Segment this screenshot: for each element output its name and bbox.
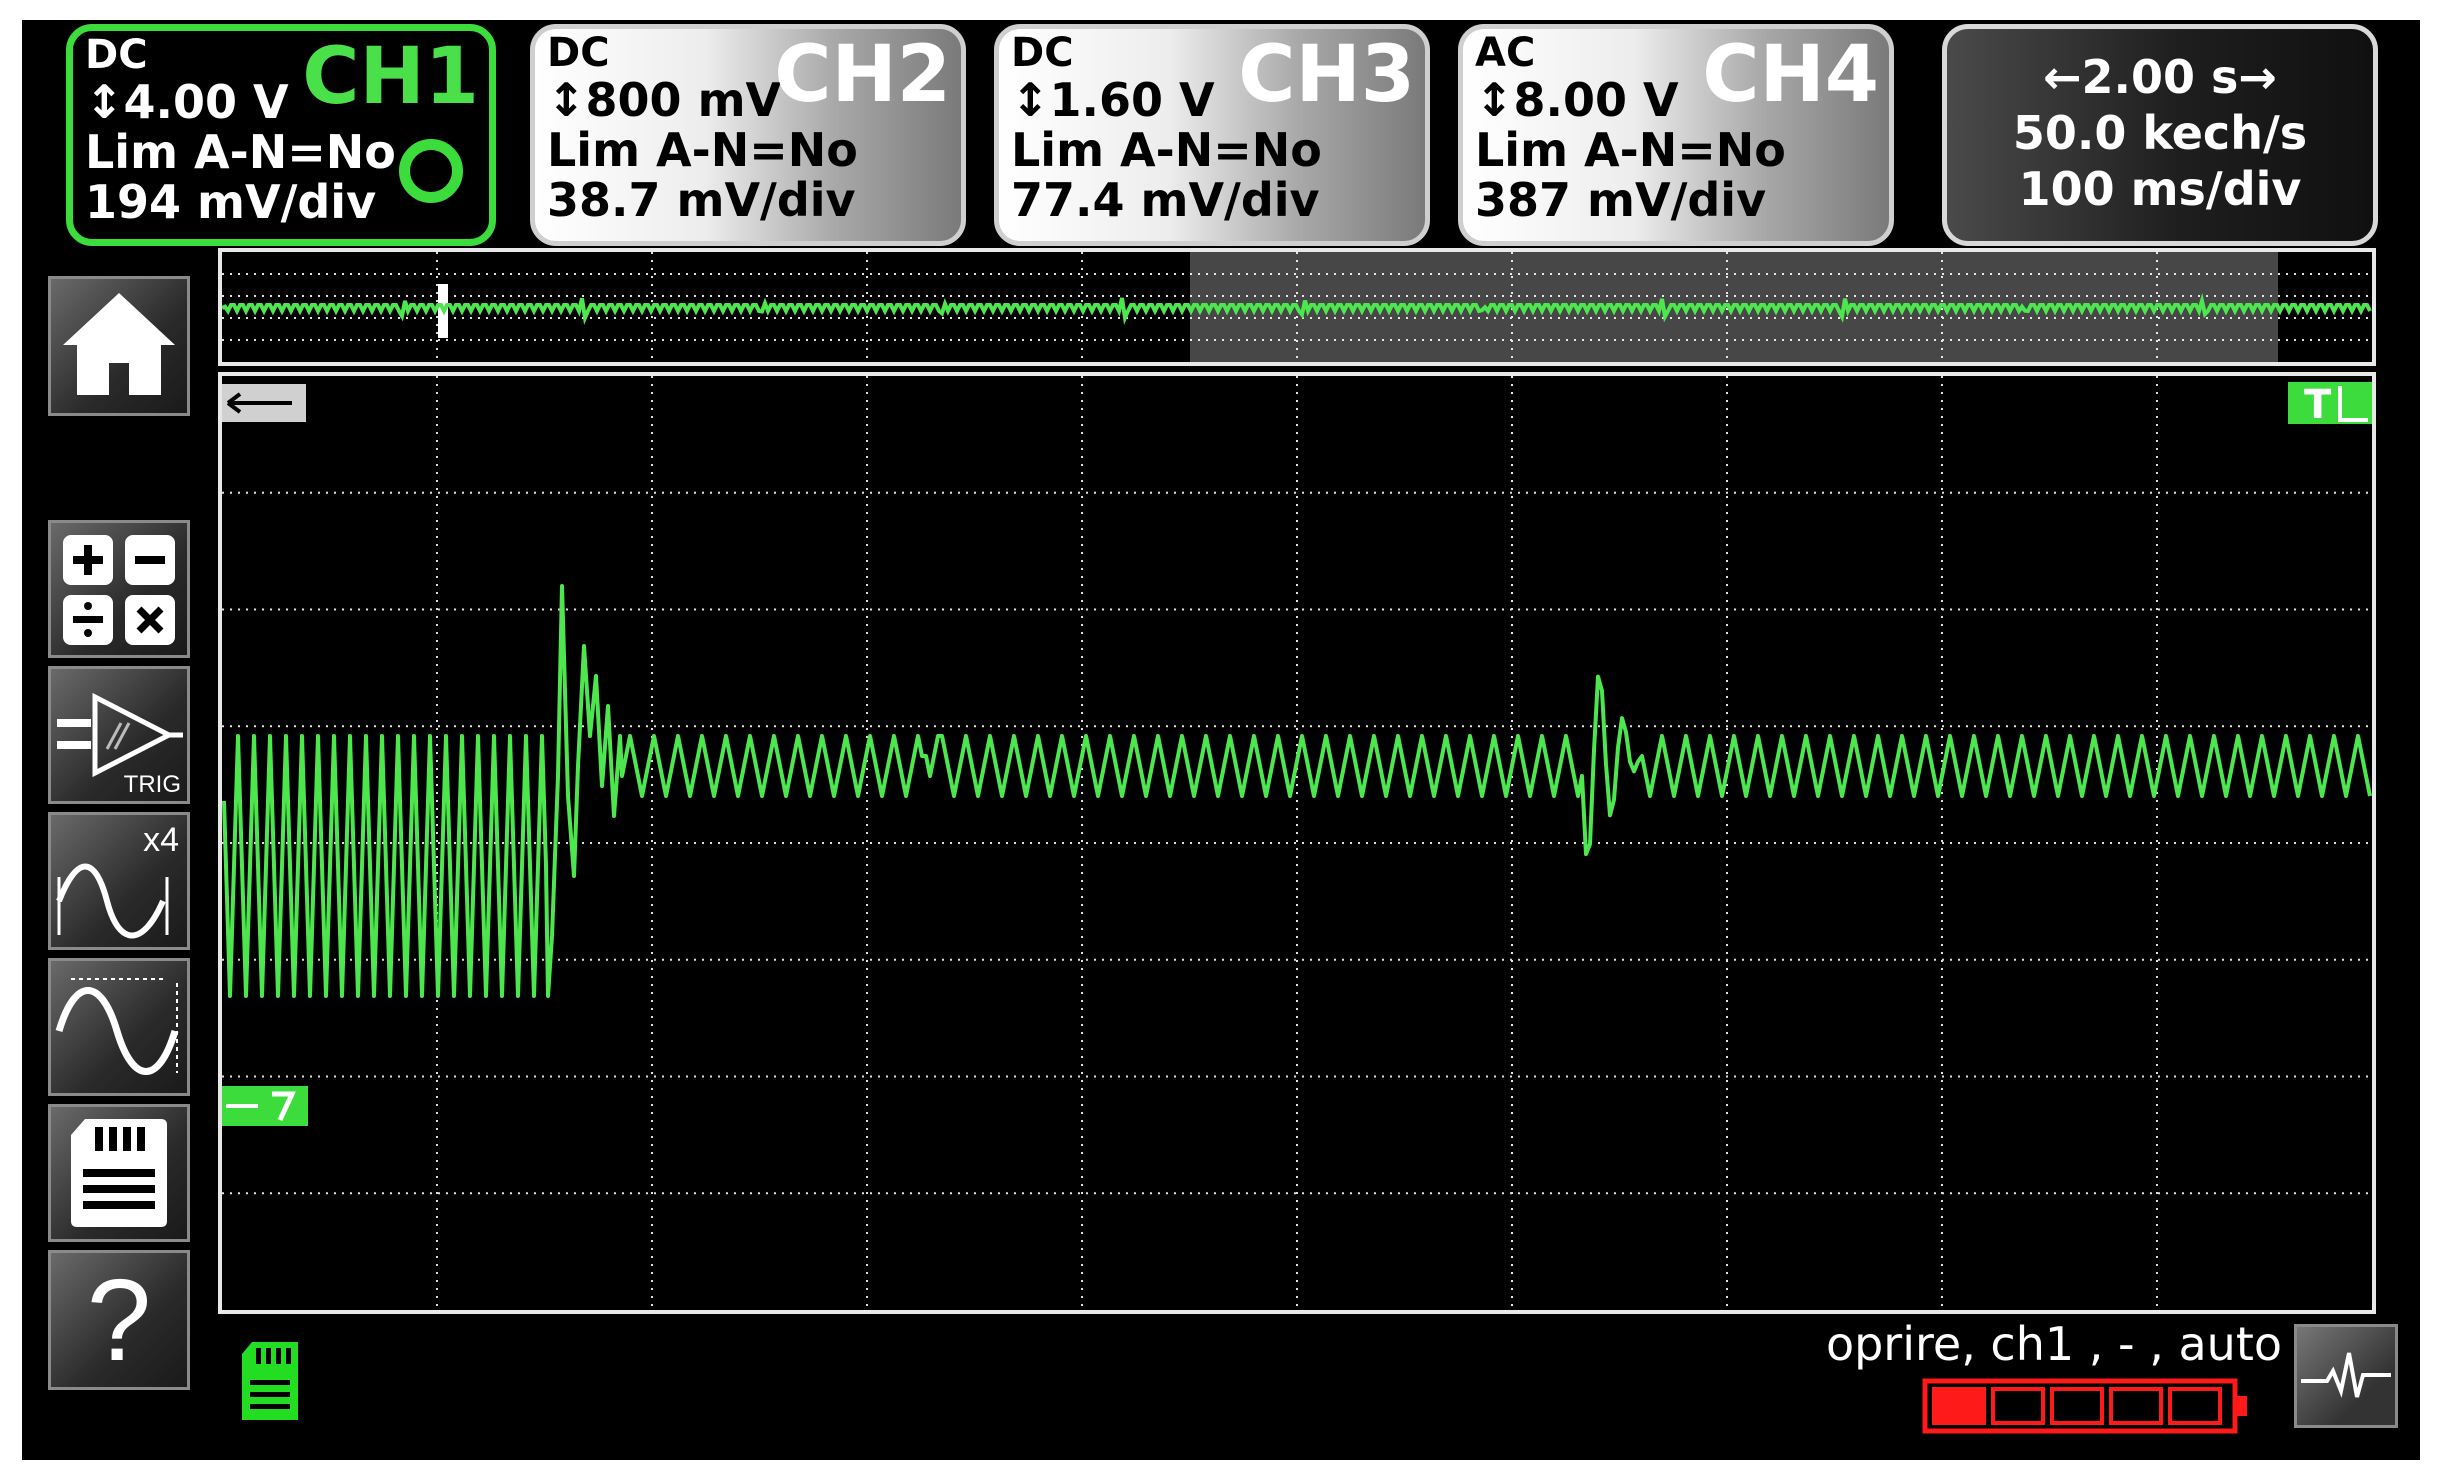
timebase-rate: 50.0 kech/s [2012,106,2308,160]
battery-cell [2050,1387,2104,1425]
math-operations-icon [63,535,175,645]
channel-4-coupling: AC [1475,30,1536,76]
channel-3-label: CH3 [1238,30,1415,120]
main-waveform-display[interactable]: T [218,372,2376,1314]
channel-2-limit: Lim A-N=No [547,123,858,177]
pulse-waveform-icon [2301,1352,2391,1398]
acquisition-status: oprire, ch1 , - , auto [1825,1317,2282,1371]
timebase-scale: 100 ms/div [2018,162,2302,216]
sine-wave-icon [55,978,179,1075]
measure-button[interactable] [48,958,190,1096]
channel-3-coupling: DC [1011,30,1074,76]
channel-3-box[interactable]: DC ↕1.60 V Lim A-N=No 77.4 mV/div CH3 [994,24,1430,246]
channel-1-ground-marker[interactable] [222,1086,308,1126]
trigger-button[interactable]: TRIG [48,666,190,804]
channel-2-label: CH2 [774,30,951,120]
channel-enabled-icon [399,139,463,203]
timebase-span: ←2.00 s→ [2043,50,2277,104]
channel-1-trace [222,584,2372,998]
channel-1-limit: Lim A-N=No [85,125,396,179]
trigger-time-label: T [2304,382,2332,428]
channel-1-box[interactable]: DC ↕4.00 V Lim A-N=No 194 mV/div CH1 [66,24,496,246]
channel-3-limit: Lim A-N=No [1011,123,1322,177]
battery-icon [1922,1378,2247,1434]
help-icon: ? [86,1255,152,1385]
trigger-position-marker[interactable] [222,384,306,422]
zoom-button[interactable]: x4 [48,812,190,950]
trigger-mode-button[interactable] [2294,1324,2398,1428]
overview-waveform [221,252,2372,362]
battery-cell [2168,1387,2222,1425]
sd-card-icon [71,1119,167,1227]
channel-4-label: CH4 [1702,30,1879,120]
channel-1-coupling: DC [85,32,148,78]
battery-cell [1991,1387,2045,1425]
home-icon [63,293,175,395]
sd-card-status-icon [242,1342,298,1420]
channel-1-label: CH1 [302,32,479,122]
math-button[interactable] [48,520,190,658]
timebase-box[interactable]: ←2.00 s→ 50.0 kech/s 100 ms/div [1942,24,2378,246]
zoom-wave-icon [56,863,169,939]
home-button[interactable] [48,276,190,416]
oscilloscope-screen: DC ↕4.00 V Lim A-N=No 194 mV/div CH1 DC … [22,20,2420,1460]
channel-2-box[interactable]: DC ↕800 mV Lim A-N=No 38.7 mV/div CH2 [530,24,966,246]
battery-cell [2109,1387,2163,1425]
channel-4-scale: 387 mV/div [1475,173,1767,227]
trigger-time-marker[interactable]: T [2288,382,2372,428]
channel-2-scale: 38.7 mV/div [547,173,856,227]
battery-cell [1932,1387,1986,1425]
help-button[interactable]: ? [48,1250,190,1390]
channel-2-coupling: DC [547,30,610,76]
save-button[interactable] [48,1104,190,1242]
channel-4-box[interactable]: AC ↕8.00 V Lim A-N=No 387 mV/div CH4 [1458,24,1894,246]
waveform-plot: T [222,376,2372,1310]
trigger-label: TRIG [123,771,181,798]
channel-3-scale: 77.4 mV/div [1011,173,1320,227]
record-overview[interactable] [218,248,2376,366]
channel-4-limit: Lim A-N=No [1475,123,1786,177]
channel-1-scale: 194 mV/div [85,175,377,229]
